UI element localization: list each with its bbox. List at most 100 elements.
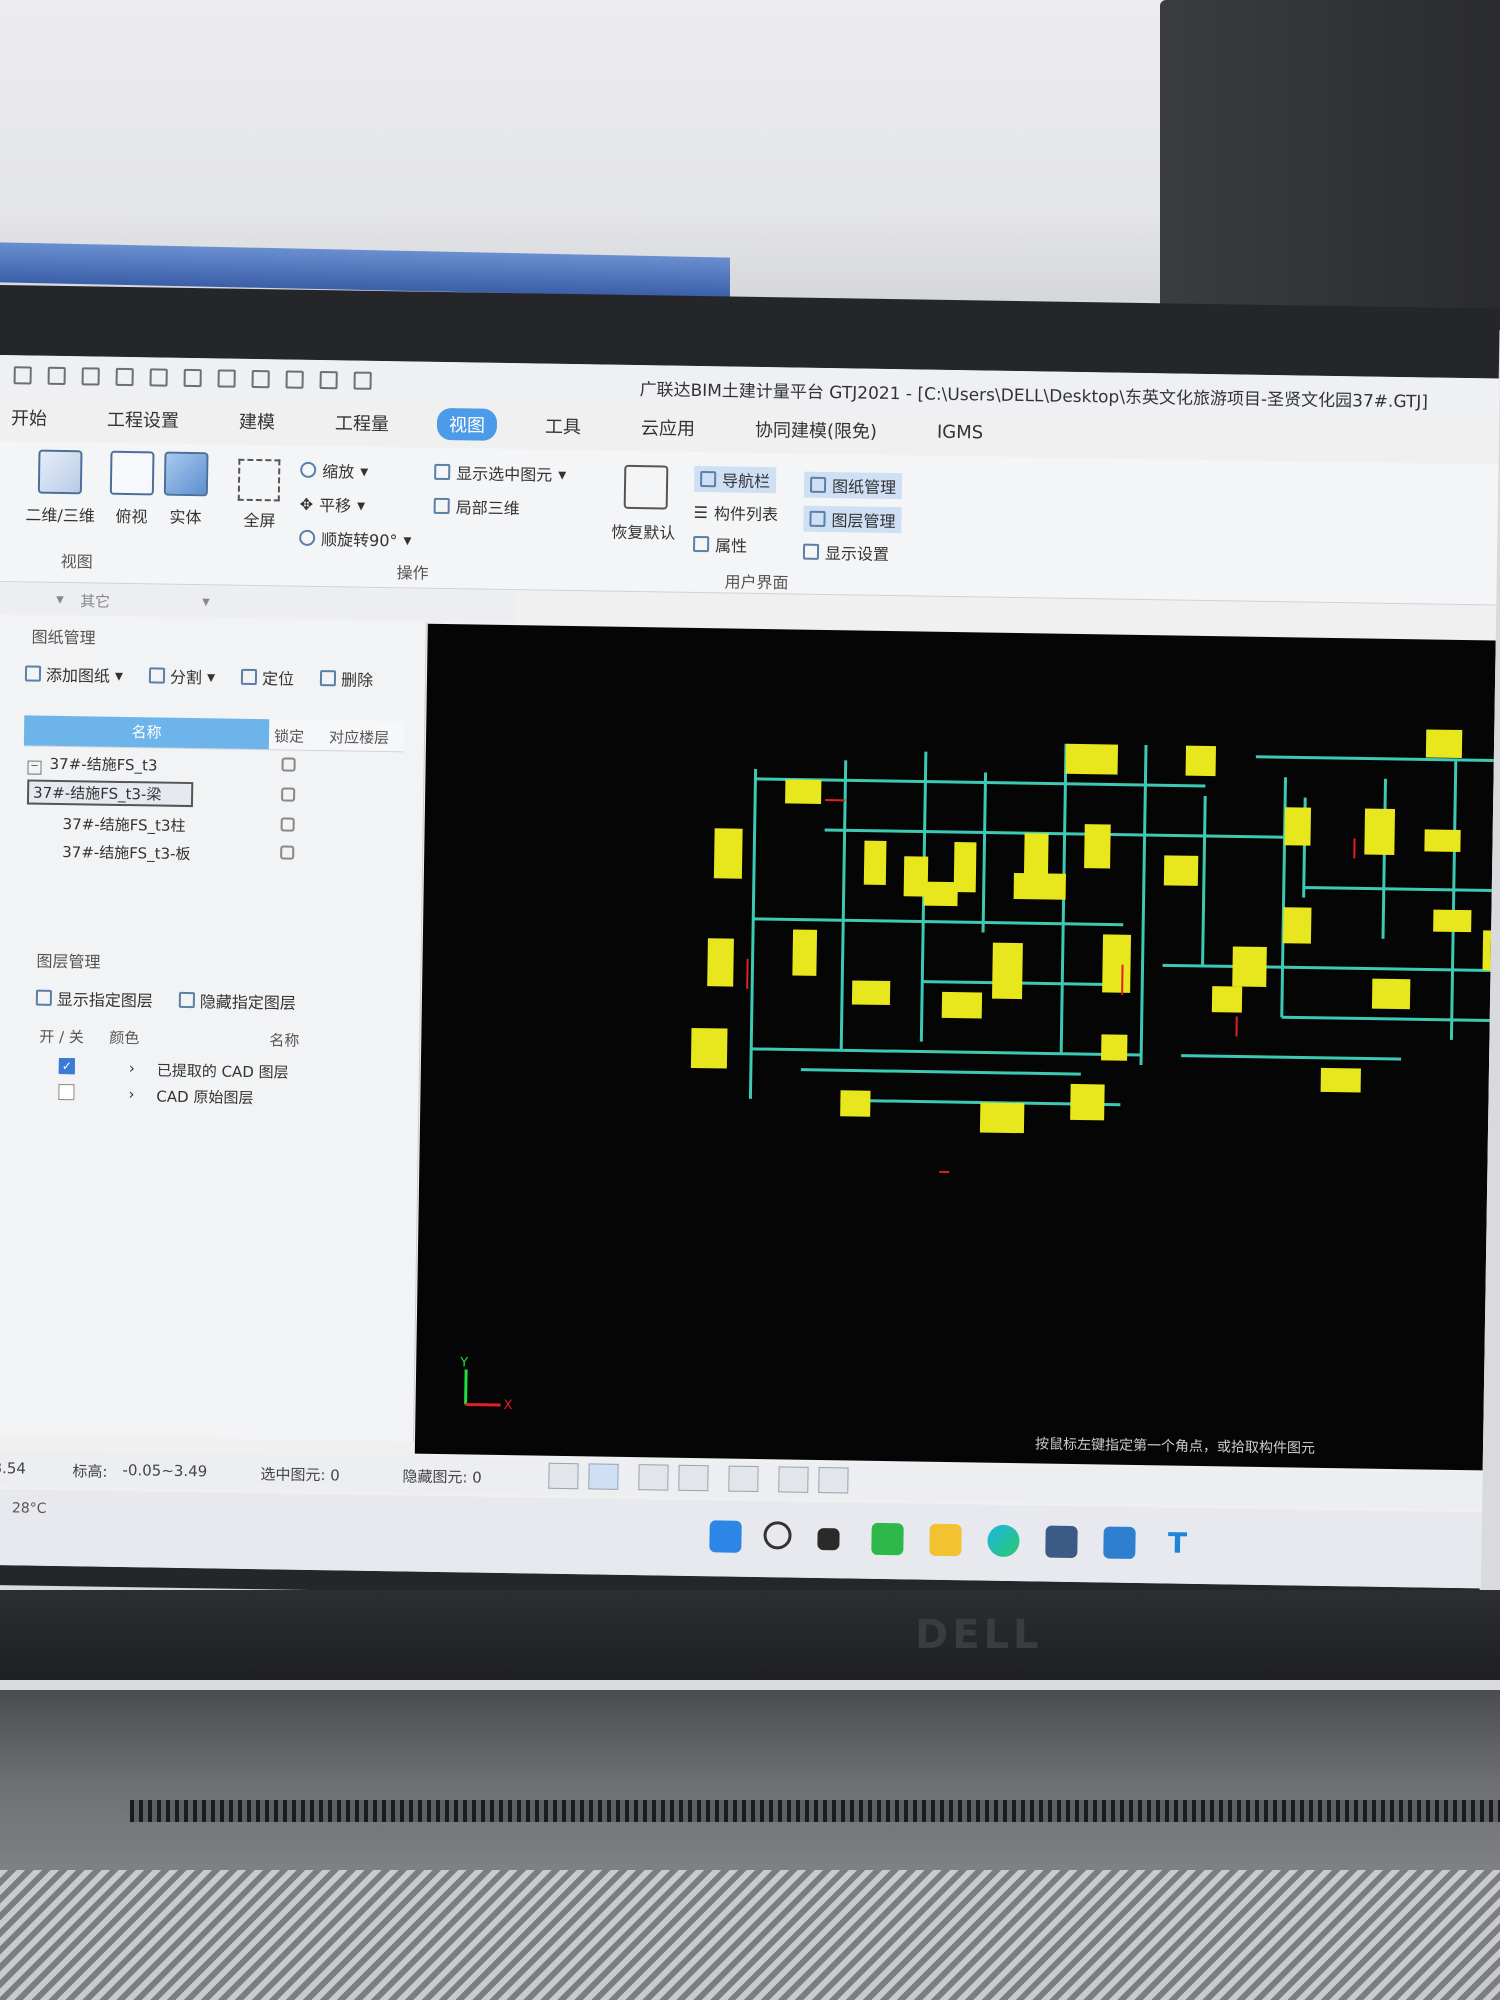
drawing-row-selected[interactable]: 37#-结施FS_t3-梁 bbox=[23, 777, 403, 811]
lock-icon[interactable] bbox=[280, 817, 295, 832]
layer-row[interactable]: › CAD 原始图层 bbox=[28, 1080, 408, 1112]
column-lock[interactable]: 锁定 bbox=[274, 725, 304, 746]
sum-icon[interactable] bbox=[217, 369, 236, 388]
folder-icon[interactable] bbox=[929, 1523, 962, 1557]
component-list-button[interactable]: ☰ 构件列表 bbox=[693, 500, 778, 525]
filter-arrow[interactable]: ▾ bbox=[56, 590, 64, 608]
start-icon[interactable] bbox=[709, 1520, 742, 1553]
split-button[interactable]: 分割 ▾ bbox=[148, 663, 215, 688]
angle-toggle[interactable] bbox=[678, 1464, 709, 1492]
collapse-icon[interactable]: − bbox=[27, 760, 42, 775]
arc-toggle[interactable] bbox=[818, 1466, 849, 1494]
layer-checkbox[interactable] bbox=[58, 1084, 75, 1101]
edge-icon[interactable] bbox=[987, 1524, 1020, 1558]
tab-cloud[interactable]: 云应用 bbox=[629, 411, 707, 444]
top-view-button[interactable]: 俯视 bbox=[115, 503, 147, 527]
task-view-icon[interactable] bbox=[817, 1527, 840, 1551]
lock-icon[interactable] bbox=[280, 845, 295, 860]
pan-label: 平移 bbox=[318, 496, 352, 516]
dynamic-input-toggle[interactable] bbox=[778, 1466, 809, 1493]
expand-arrow-icon[interactable]: › bbox=[128, 1085, 134, 1103]
fullscreen-icon[interactable] bbox=[237, 458, 281, 502]
pan-button[interactable]: ✥ 平移 ▾ bbox=[300, 492, 366, 517]
tab-tools[interactable]: 工具 bbox=[533, 409, 593, 442]
top-view-icon[interactable] bbox=[109, 450, 155, 496]
open-folder-icon[interactable] bbox=[81, 367, 100, 386]
layer-mgmt-button[interactable]: 图层管理 bbox=[803, 505, 902, 534]
grid-icon[interactable] bbox=[285, 370, 304, 389]
drawing-panel-title: 图纸管理 bbox=[31, 627, 96, 648]
component-list-label: 构件列表 bbox=[713, 504, 779, 525]
search-icon[interactable] bbox=[763, 1521, 792, 1550]
laptop-vent bbox=[130, 1800, 1500, 1822]
show-selected-button[interactable]: 显示选中图元 ▾ bbox=[434, 460, 566, 486]
hide-layer-button[interactable]: 隐藏指定图层 bbox=[178, 988, 296, 1014]
elevation-label: 标高: bbox=[72, 1462, 108, 1481]
lock-icon[interactable] bbox=[281, 757, 296, 772]
import-icon[interactable] bbox=[13, 366, 32, 385]
split-icon bbox=[148, 667, 166, 684]
tab-igms[interactable]: IGMS bbox=[925, 418, 996, 446]
drawing-row[interactable]: −37#-结施FS_t3 bbox=[23, 747, 403, 781]
nav-bar-button[interactable]: 导航栏 bbox=[693, 465, 777, 494]
axis-y-label: Y bbox=[459, 1355, 468, 1370]
wechat-icon[interactable] bbox=[871, 1522, 904, 1556]
add-drawing-button[interactable]: 添加图纸 ▾ bbox=[24, 661, 123, 687]
layer-checkbox[interactable]: ✓ bbox=[58, 1058, 75, 1075]
snap-toggle[interactable] bbox=[638, 1464, 669, 1491]
display-settings-button[interactable]: 显示设置 bbox=[802, 540, 889, 565]
solid-icon[interactable] bbox=[163, 451, 209, 497]
show-layer-label: 显示指定图层 bbox=[56, 989, 154, 1011]
rotate-button[interactable]: 顺旋转90° ▾ bbox=[299, 526, 412, 552]
hide-layer-icon bbox=[178, 991, 196, 1009]
drawing-mgmt-button[interactable]: 图纸管理 bbox=[803, 471, 903, 500]
layout-icon[interactable] bbox=[319, 371, 338, 390]
properties-button[interactable]: 属性 bbox=[692, 532, 748, 557]
solid-button[interactable]: 实体 bbox=[169, 504, 201, 528]
annotation-blocks bbox=[690, 729, 1492, 1134]
ortho-toggle[interactable] bbox=[548, 1462, 579, 1490]
restore-default-icon[interactable] bbox=[623, 464, 669, 510]
offset-toggle[interactable] bbox=[728, 1465, 759, 1493]
tab-project-settings[interactable]: 工程设置 bbox=[95, 403, 191, 437]
2d-3d-button[interactable]: 二维/三维 bbox=[25, 501, 95, 526]
filter-dropdown-arrow[interactable]: ▾ bbox=[202, 592, 210, 610]
column-floor[interactable]: 对应楼层 bbox=[329, 726, 389, 748]
filter-dropdown[interactable]: 其它 bbox=[80, 590, 110, 611]
tab-modeling[interactable]: 建模 bbox=[227, 405, 287, 438]
restore-default-button[interactable]: 恢复默认 bbox=[611, 519, 675, 544]
column-name[interactable]: 名称 bbox=[23, 715, 270, 750]
zoom-button[interactable]: 缩放 ▾ bbox=[300, 458, 368, 483]
tab-collab-modeling[interactable]: 协同建模(限免) bbox=[743, 413, 890, 447]
3d-cube-icon[interactable] bbox=[37, 449, 83, 495]
expand-arrow-icon[interactable]: › bbox=[129, 1059, 135, 1077]
undo-icon[interactable] bbox=[149, 368, 168, 387]
locate-label: 定位 bbox=[261, 669, 295, 689]
local-3d-button[interactable]: 局部三维 bbox=[433, 494, 520, 519]
save-icon[interactable] bbox=[115, 367, 134, 387]
axis-x-label: X bbox=[503, 1398, 512, 1413]
drawing-row[interactable]: 37#-结施FS_t3-板 bbox=[22, 835, 402, 869]
gtj-app-icon[interactable]: T bbox=[1161, 1526, 1193, 1559]
tab-view[interactable]: 视图 bbox=[436, 407, 498, 441]
show-layer-button[interactable]: 显示指定图层 bbox=[35, 986, 154, 1012]
weather-widget[interactable]: 28°C bbox=[12, 1499, 47, 1518]
delete-button[interactable]: 删除 bbox=[319, 666, 373, 691]
select-box-toggle[interactable] bbox=[588, 1463, 619, 1490]
table-icon[interactable] bbox=[251, 369, 270, 389]
new-file-icon[interactable] bbox=[47, 366, 66, 386]
export-icon[interactable] bbox=[353, 371, 372, 390]
lock-icon[interactable] bbox=[281, 787, 296, 802]
app-icon[interactable] bbox=[1103, 1526, 1136, 1559]
tab-quantities[interactable]: 工程量 bbox=[323, 406, 401, 439]
pan-icon: ✥ bbox=[299, 494, 314, 514]
cad-drawing: Y X bbox=[459, 729, 1494, 1413]
fullscreen-button[interactable]: 全屏 bbox=[243, 507, 275, 531]
nav-bar-icon bbox=[700, 471, 717, 488]
app-icon[interactable] bbox=[1045, 1525, 1078, 1559]
properties-label: 属性 bbox=[714, 536, 748, 556]
redo-icon[interactable] bbox=[183, 368, 202, 388]
cad-canvas[interactable]: Y X 按鼠标左键指定第一个角点，或拾取构件图元 bbox=[414, 623, 1496, 1471]
tab-start[interactable]: 开始 bbox=[0, 401, 59, 434]
locate-button[interactable]: 定位 bbox=[240, 665, 295, 690]
